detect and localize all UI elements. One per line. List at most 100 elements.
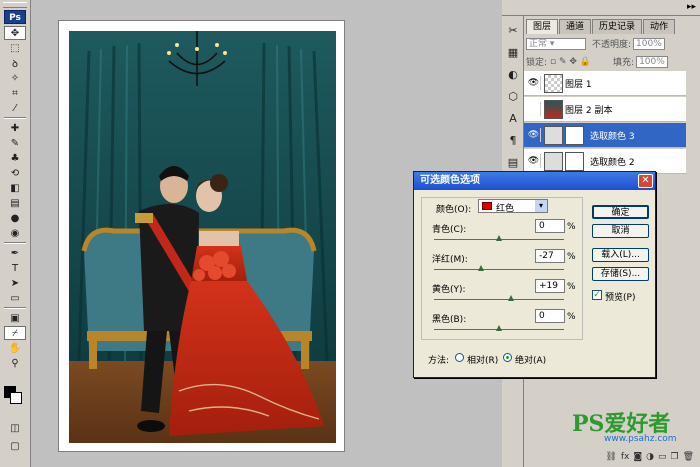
tab-layers[interactable]: 图层 — [526, 19, 559, 34]
opacity-field[interactable]: 100% — [633, 37, 666, 50]
layers-footer: ⛓ fx ◙ ◑ ▭ ❐ 🗑 — [524, 446, 700, 467]
colors-select[interactable]: 红色 ▾ — [478, 199, 548, 214]
fx-icon[interactable]: fx — [621, 452, 630, 462]
dialog-title: 可选颜色选项 — [420, 175, 480, 186]
absolute-label[interactable]: 绝对(A) — [515, 353, 546, 366]
black-slider-knob[interactable] — [496, 325, 502, 331]
eye-icon[interactable]: 👁 — [527, 154, 541, 168]
lasso-tool-icon[interactable]: ꝺ — [4, 56, 26, 70]
preview-label[interactable]: 预览(P) — [605, 290, 635, 303]
pen-tool-icon[interactable]: ✒ — [4, 246, 26, 260]
quick-mask-icon[interactable]: ◫ — [4, 421, 26, 435]
brush-tool-icon[interactable]: ✎ — [4, 136, 26, 150]
save-button[interactable]: 存储(S)... — [592, 267, 649, 281]
panel-menu-icon[interactable]: ▸▸ — [687, 2, 696, 12]
close-icon[interactable]: ✕ — [638, 174, 653, 188]
layer-row[interactable]: 图层 2 副本 — [524, 97, 686, 122]
lock-icons[interactable]: ▫ ✎ ✥ 🔒 — [550, 57, 591, 67]
layer-mask-thumbnail[interactable] — [565, 125, 584, 145]
relative-label[interactable]: 相对(R) — [467, 353, 498, 366]
yellow-slider-track[interactable] — [434, 299, 564, 300]
load-button[interactable]: 载入(L)... — [592, 248, 649, 262]
magenta-label: 洋红(M): — [432, 255, 468, 265]
fill-label: 填充: — [613, 58, 635, 68]
colors-value: 红色 — [496, 204, 515, 214]
stamp-tool-icon[interactable]: ♣ — [4, 151, 26, 165]
eye-icon-empty[interactable] — [527, 102, 541, 116]
folder-icon[interactable]: ▭ — [658, 452, 667, 462]
ok-button[interactable]: 确定 — [592, 205, 649, 219]
cyan-input[interactable]: 0 — [535, 219, 565, 233]
info-icon[interactable]: ▦ — [505, 44, 521, 60]
move-tool-icon[interactable]: ✥ — [4, 26, 26, 40]
layer-mask-thumbnail[interactable] — [565, 151, 584, 171]
layer-name: 选取颜色 2 — [590, 157, 635, 168]
link-icon[interactable]: ⛓ — [605, 452, 616, 462]
gradient-tool-icon[interactable]: ▤ — [4, 196, 26, 210]
magenta-slider-knob[interactable] — [478, 265, 485, 271]
new-layer-icon[interactable]: ❐ — [670, 452, 678, 462]
blend-mode-select[interactable]: 正常 ▾ — [526, 37, 586, 50]
absolute-radio[interactable] — [503, 353, 512, 362]
wedding-photo[interactable] — [69, 31, 336, 443]
zoom-tool-icon[interactable]: ⚲ — [4, 356, 26, 370]
percent-sign: % — [567, 312, 576, 322]
dialog-title-bar[interactable]: 可选颜色选项 ✕ — [414, 172, 655, 190]
fill-field[interactable]: 100% — [636, 55, 669, 68]
layer-row[interactable]: 👁 图层 1 — [524, 71, 686, 96]
eraser-tool-icon[interactable]: ◧ — [4, 181, 26, 195]
blend-row: 正常 ▾ 不透明度: 100% — [526, 37, 698, 50]
slice-tool-icon[interactable]: ⁄ — [4, 101, 26, 115]
radio-dot — [506, 356, 509, 359]
yellow-label: 黄色(Y): — [432, 285, 466, 295]
cancel-button[interactable]: 取消 — [592, 224, 649, 238]
history-brush-tool-icon[interactable]: ⟲ — [4, 166, 26, 180]
layer-row-selected[interactable]: 👁 选取颜色 3 — [524, 123, 686, 148]
tab-history[interactable]: 历史记录 — [592, 19, 643, 34]
trash-icon[interactable]: 🗑 — [683, 452, 694, 462]
adjustment-icon[interactable]: ◑ — [646, 452, 654, 462]
character-icon[interactable]: A — [505, 110, 521, 126]
eye-icon[interactable]: 👁 — [527, 128, 541, 142]
method-label: 方法: — [428, 356, 450, 366]
notes-tool-icon[interactable]: ▣ — [4, 311, 26, 325]
screen-mode-icon[interactable]: ▢ — [4, 439, 26, 453]
swatches-icon[interactable]: ◐ — [505, 66, 521, 82]
shape-tool-icon[interactable]: ▭ — [4, 291, 26, 305]
panel-grip[interactable] — [3, 2, 27, 8]
marquee-tool-icon[interactable]: ⬚ — [4, 41, 26, 55]
hand-tool-icon[interactable]: ✋ — [4, 341, 26, 355]
eyedropper-tool-icon[interactable]: ⌿ — [4, 326, 26, 340]
preview-checkbox[interactable]: ✓ — [592, 290, 602, 300]
relative-radio[interactable] — [455, 353, 464, 362]
mask-icon[interactable]: ◙ — [633, 452, 642, 462]
healing-tool-icon[interactable]: ✚ — [4, 121, 26, 135]
tab-actions[interactable]: 动作 — [643, 19, 676, 34]
navigator-icon[interactable]: ✂ — [505, 22, 521, 38]
percent-sign: % — [567, 222, 576, 232]
black-label: 黑色(B): — [432, 315, 467, 325]
dodge-tool-icon[interactable]: ◉ — [4, 226, 26, 240]
tab-channels[interactable]: 通道 — [559, 19, 592, 34]
adjustment-thumbnail — [544, 151, 563, 171]
yellow-input[interactable]: +19 — [535, 279, 565, 293]
layer-name: 图层 2 副本 — [565, 105, 613, 116]
magenta-input[interactable]: -27 — [535, 249, 565, 263]
yellow-slider-knob[interactable] — [508, 295, 515, 301]
crop-tool-icon[interactable]: ⌗ — [4, 86, 26, 100]
history-icon[interactable]: ▤ — [505, 154, 521, 170]
black-input[interactable]: 0 — [535, 309, 565, 323]
paragraph-icon[interactable]: ¶ — [505, 132, 521, 148]
magic-wand-tool-icon[interactable]: ✧ — [4, 71, 26, 85]
eye-icon[interactable]: 👁 — [527, 76, 541, 90]
chevron-down-icon[interactable]: ▾ — [535, 200, 547, 212]
document-canvas[interactable] — [58, 20, 345, 452]
background-color-swatch[interactable] — [10, 392, 22, 404]
path-select-tool-icon[interactable]: ➤ — [4, 276, 26, 290]
magenta-slider-track[interactable] — [434, 269, 564, 270]
styles-icon[interactable]: ⬡ — [505, 88, 521, 104]
type-tool-icon[interactable]: T — [4, 261, 26, 275]
blur-tool-icon[interactable]: ● — [4, 211, 26, 225]
tool-separator — [4, 307, 26, 309]
cyan-slider-knob[interactable] — [496, 235, 502, 241]
